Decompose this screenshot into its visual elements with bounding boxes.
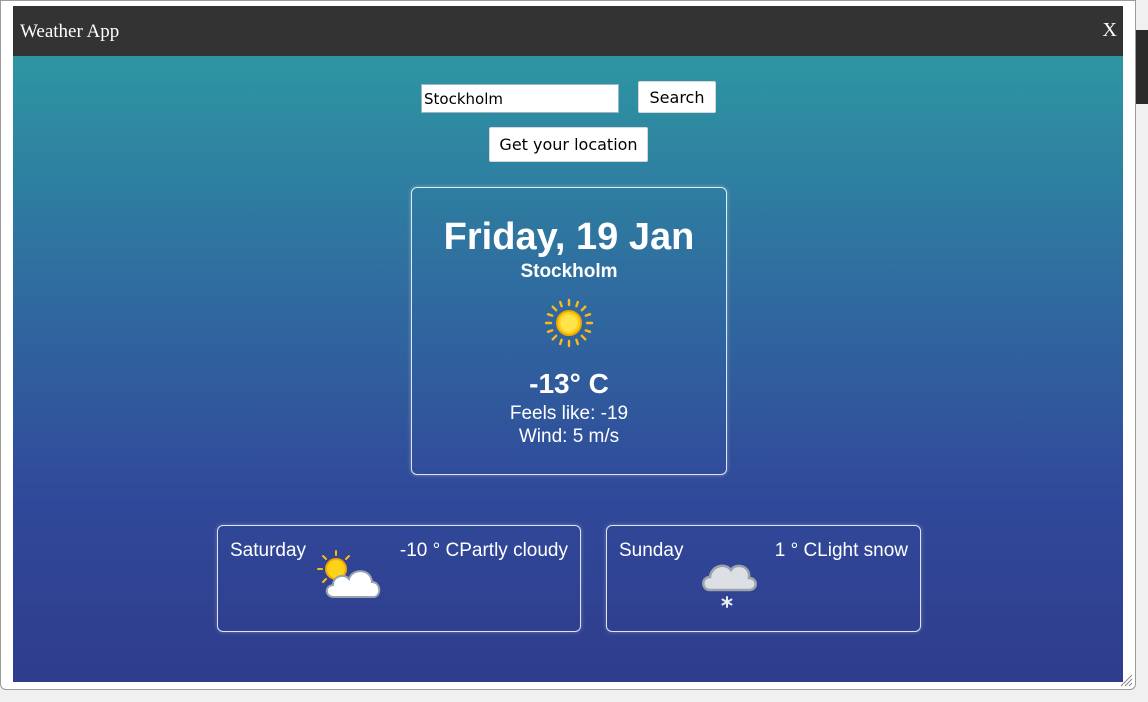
title-bar: Weather App X	[13, 6, 1123, 56]
window-title: Weather App	[20, 21, 120, 42]
forecast-summary: 1 ° CLight snow	[774, 540, 908, 561]
get-location-button[interactable]: Get your location	[489, 127, 648, 162]
app-window: Weather App X Search Get your location F…	[0, 0, 1136, 690]
forecast-card-sunday: Sunday 1 ° CLight snow	[606, 525, 921, 632]
current-weather-card: Friday, 19 Jan Stockholm -13° C Feels li…	[411, 187, 727, 475]
forecast-summary: -10 ° CPartly cloudy	[399, 540, 568, 561]
resize-grip-icon[interactable]	[1119, 673, 1133, 687]
light-snow-icon	[702, 564, 757, 608]
desktop: Weather App X Search Get your location F…	[0, 0, 1148, 702]
current-temperature: -13° C	[529, 368, 609, 399]
app-body: Search Get your location Friday, 19 Jan …	[13, 56, 1123, 682]
search-button[interactable]: Search	[638, 81, 716, 113]
scrollbar-thumb[interactable]	[1136, 30, 1148, 104]
feels-like: Feels like: -19	[509, 403, 629, 424]
forecast-day: Saturday	[230, 540, 307, 561]
search-input[interactable]	[421, 84, 619, 113]
current-city: Stockholm	[520, 261, 618, 282]
forecast-card-saturday: Saturday -10 ° CPartly cloudy	[217, 525, 581, 632]
partly-cloudy-icon	[317, 550, 381, 598]
current-date: Friday, 19 Jan	[443, 216, 695, 258]
forecast-day: Sunday	[619, 540, 684, 561]
wind-speed: Wind: 5 m/s	[518, 426, 620, 447]
close-button[interactable]: X	[1103, 19, 1117, 42]
sun-icon	[544, 298, 594, 348]
